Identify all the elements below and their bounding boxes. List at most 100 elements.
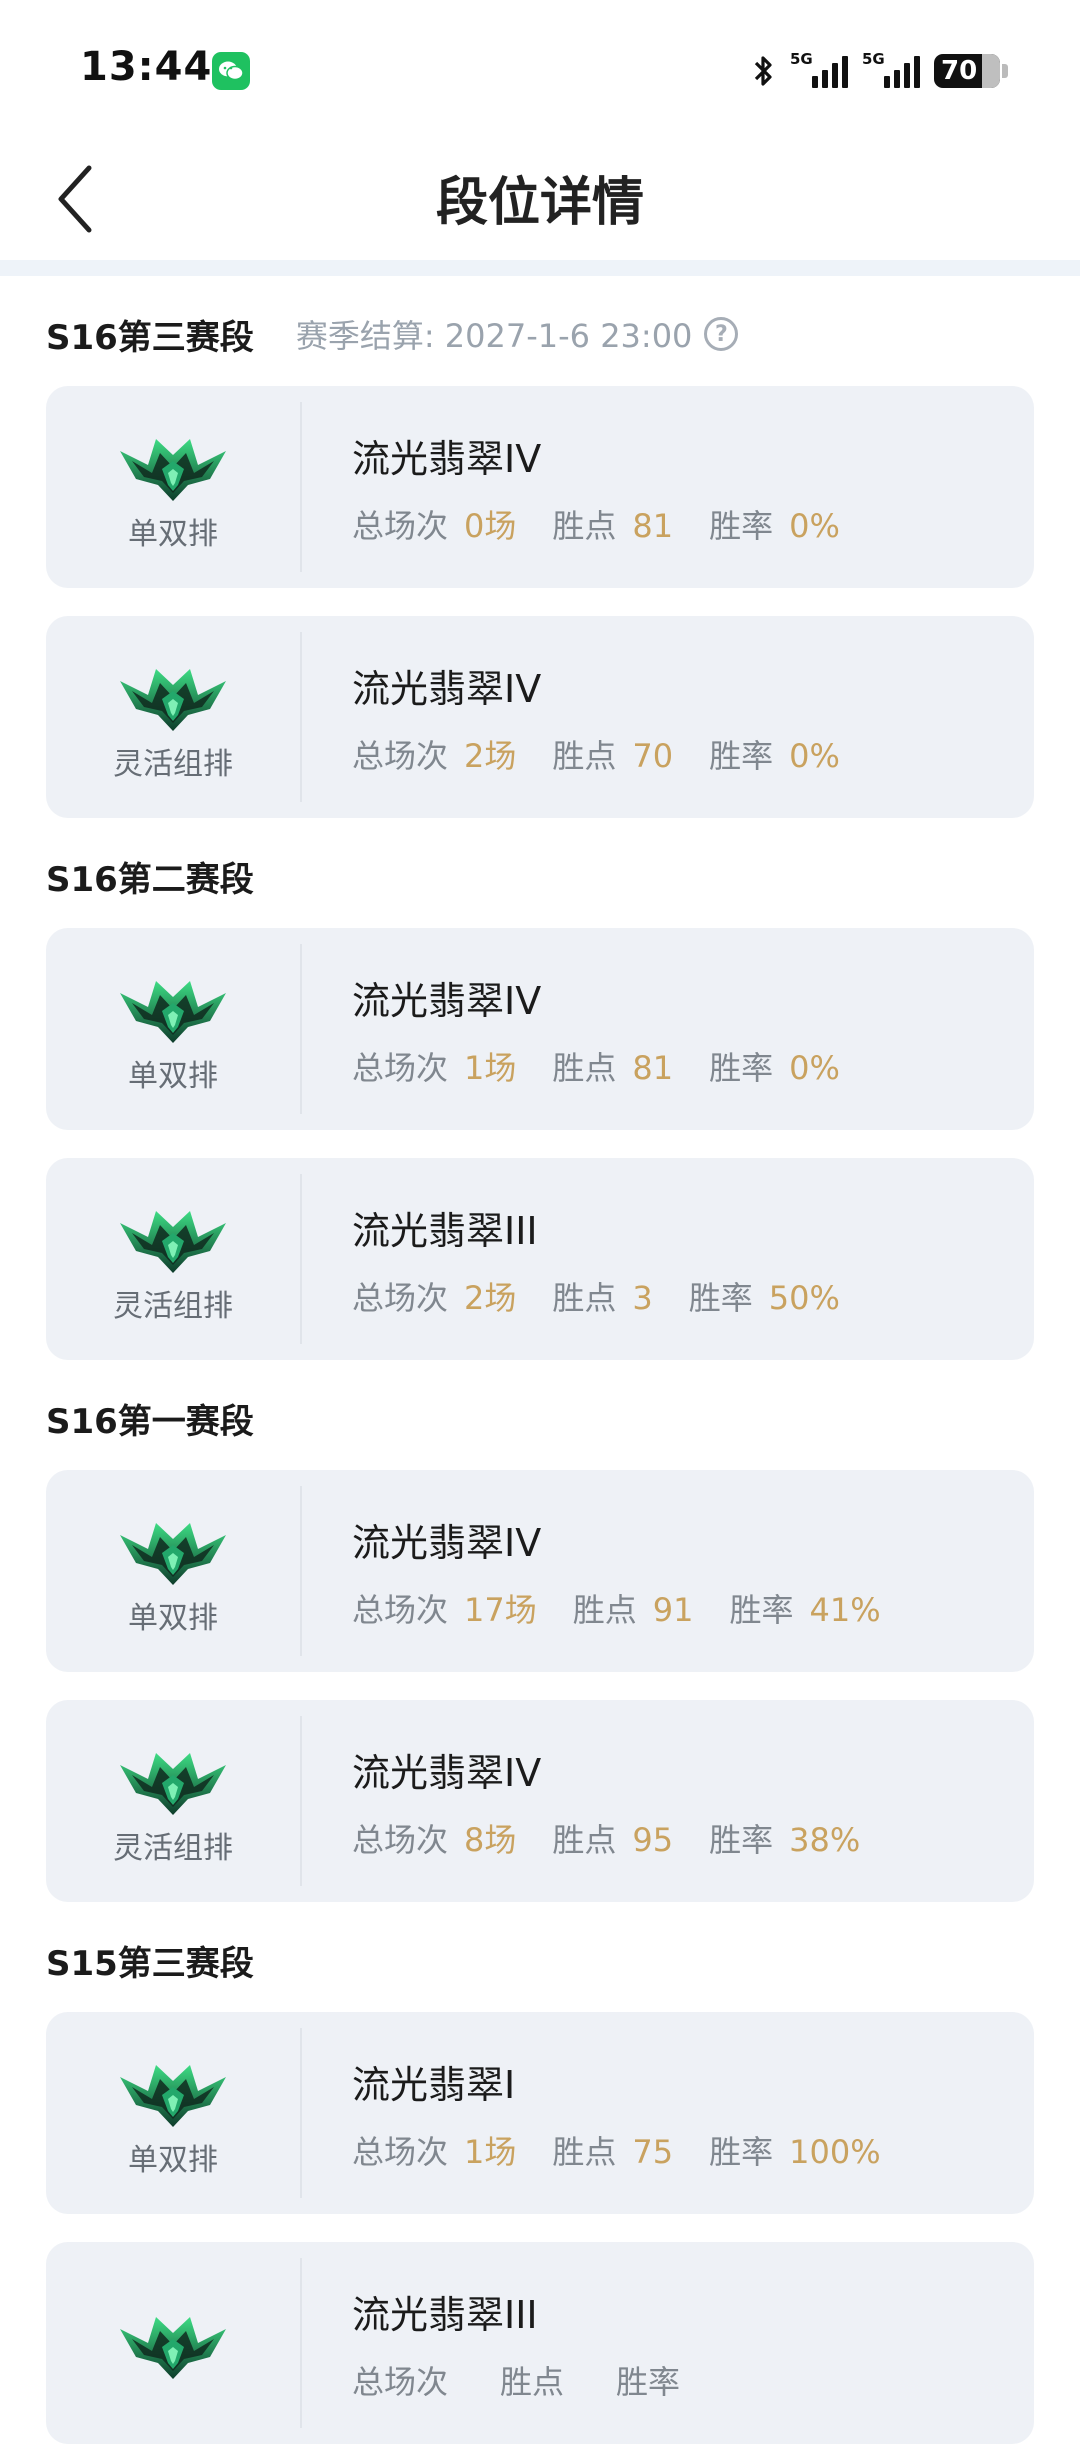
emerald-rank-emblem-icon	[120, 1211, 226, 1273]
games-value: 1场	[464, 1048, 517, 1087]
winrate-value: 41%	[809, 1590, 881, 1629]
winrate-label: 胜率	[729, 1590, 794, 1629]
nav-header: 段位详情	[0, 140, 1080, 260]
points-value: 81	[632, 506, 674, 545]
emerald-rank-emblem-icon	[120, 1753, 226, 1815]
points-value: 75	[632, 2132, 674, 2171]
rank-history-list: S16第三赛段 赛季结算: 2027-1-6 23:00 ? 单双排 流光翡翠I…	[0, 276, 1080, 2444]
points-label: 胜点	[552, 736, 617, 775]
games-label: 总场次	[352, 2362, 449, 2401]
rank-card[interactable]: 单双排 流光翡翠IV 总场次 1场 胜点 81 胜率 0%	[46, 928, 1034, 1130]
queue-label: 灵活组排	[113, 1831, 233, 1866]
rank-emblem-block: 单双排	[46, 1470, 300, 1672]
winrate-label: 胜率	[709, 2132, 774, 2171]
rank-stats: 总场次 2场 胜点 3 胜率 50%	[352, 1273, 876, 1319]
emerald-rank-emblem-icon	[120, 981, 226, 1043]
rank-card[interactable]: 单双排 流光翡翠I 总场次 1场 胜点 75 胜率 100%	[46, 2012, 1034, 2214]
status-time: 13:44	[80, 44, 213, 90]
rank-name: 流光翡翠III	[352, 1208, 538, 1253]
games-label: 总场次	[352, 1590, 449, 1629]
rank-card[interactable]: 灵活组排 流光翡翠IV 总场次 8场 胜点 95 胜率 38%	[46, 1700, 1034, 1902]
rank-info: 流光翡翠IV 总场次 2场 胜点 70 胜率 0%	[302, 658, 876, 777]
rank-card[interactable]: 流光翡翠III 总场次 胜点 胜率	[46, 2242, 1034, 2444]
rank-stats: 总场次 17场 胜点 91 胜率 41%	[352, 1585, 917, 1631]
header-divider	[0, 260, 1080, 276]
emerald-rank-emblem-icon	[120, 2317, 226, 2379]
section-title: S15第三赛段	[46, 1943, 254, 1984]
queue-label: 单双排	[128, 2143, 218, 2178]
rank-info: 流光翡翠I 总场次 1场 胜点 75 胜率 100%	[302, 2054, 917, 2173]
winrate-label: 胜率	[709, 1820, 774, 1859]
rank-card[interactable]: 单双排 流光翡翠IV 总场次 17场 胜点 91 胜率 41%	[46, 1470, 1034, 1672]
page-title: 段位详情	[435, 173, 644, 233]
games-value: 17场	[464, 1590, 537, 1629]
rank-emblem-block: 灵活组排	[46, 1158, 300, 1360]
rank-name: 流光翡翠III	[352, 2292, 538, 2337]
games-label: 总场次	[352, 2132, 449, 2171]
battery-icon: 70	[934, 54, 1008, 88]
bluetooth-icon	[754, 56, 772, 86]
games-label: 总场次	[352, 1278, 449, 1317]
signal-1-label: 5G	[790, 50, 813, 68]
rank-card[interactable]: 灵活组排 流光翡翠IV 总场次 2场 胜点 70 胜率 0%	[46, 616, 1034, 818]
wechat-notification-icon	[212, 52, 250, 90]
rank-emblem-block	[46, 2242, 300, 2444]
points-value: 91	[652, 1590, 694, 1629]
rank-info: 流光翡翠III 总场次 2场 胜点 3 胜率 50%	[302, 1200, 876, 1319]
rank-emblem-block: 单双排	[46, 2012, 300, 2214]
rank-stats: 总场次 胜点 胜率	[352, 2357, 732, 2403]
rank-info: 流光翡翠III 总场次 胜点 胜率	[302, 2284, 732, 2403]
games-label: 总场次	[352, 736, 449, 775]
rank-name: 流光翡翠IV	[352, 436, 542, 481]
points-label: 胜点	[572, 1590, 637, 1629]
section-header: S16第二赛段	[0, 818, 1080, 914]
rank-info: 流光翡翠IV 总场次 1场 胜点 81 胜率 0%	[302, 970, 876, 1089]
rank-info: 流光翡翠IV 总场次 0场 胜点 81 胜率 0%	[302, 428, 876, 547]
section-header: S15第三赛段	[0, 1902, 1080, 1998]
battery-level: 70	[941, 56, 978, 86]
emerald-rank-emblem-icon	[120, 439, 226, 501]
rank-name: 流光翡翠IV	[352, 1520, 542, 1565]
status-icons: 5G 5G 70	[752, 48, 1008, 94]
rank-emblem-block: 灵活组排	[46, 1700, 300, 1902]
points-label: 胜点	[552, 1048, 617, 1087]
rank-name: 流光翡翠IV	[352, 978, 542, 1023]
points-value: 81	[632, 1048, 674, 1087]
points-label: 胜点	[552, 1820, 617, 1859]
rank-emblem-block: 单双排	[46, 928, 300, 1130]
games-value: 2场	[464, 736, 517, 775]
emerald-rank-emblem-icon	[120, 1523, 226, 1585]
rank-emblem-block: 灵活组排	[46, 616, 300, 818]
winrate-value: 100%	[789, 2132, 881, 2171]
rank-info: 流光翡翠IV 总场次 8场 胜点 95 胜率 38%	[302, 1742, 896, 1861]
games-value: 0场	[464, 506, 517, 545]
games-label: 总场次	[352, 506, 449, 545]
cellular-signal-1-icon: 5G	[790, 50, 848, 88]
signal-2-label: 5G	[862, 50, 885, 68]
rank-name: 流光翡翠IV	[352, 1750, 542, 1795]
winrate-value: 0%	[789, 1048, 840, 1087]
winrate-label: 胜率	[709, 506, 774, 545]
points-value: 70	[632, 736, 674, 775]
queue-label: 灵活组排	[113, 1289, 233, 1324]
games-label: 总场次	[352, 1048, 449, 1087]
queue-label: 灵活组排	[113, 747, 233, 782]
queue-label: 单双排	[128, 1601, 218, 1636]
games-value: 1场	[464, 2132, 517, 2171]
points-label: 胜点	[552, 2132, 617, 2171]
winrate-label: 胜率	[688, 1278, 753, 1317]
cellular-signal-2-icon: 5G	[862, 50, 920, 88]
games-value: 8场	[464, 1820, 517, 1859]
games-value: 2场	[464, 1278, 517, 1317]
points-value: 3	[632, 1278, 653, 1317]
winrate-value: 38%	[789, 1820, 861, 1859]
rank-card[interactable]: 灵活组排 流光翡翠III 总场次 2场 胜点 3 胜率 50%	[46, 1158, 1034, 1360]
rank-stats: 总场次 8场 胜点 95 胜率 38%	[352, 1815, 896, 1861]
rank-card[interactable]: 单双排 流光翡翠IV 总场次 0场 胜点 81 胜率 0%	[46, 386, 1034, 588]
rank-emblem-block: 单双排	[46, 386, 300, 588]
rank-info: 流光翡翠IV 总场次 17场 胜点 91 胜率 41%	[302, 1512, 917, 1631]
rank-stats: 总场次 1场 胜点 81 胜率 0%	[352, 1043, 876, 1089]
settlement-text: 赛季结算: 2027-1-6 23:00	[295, 317, 693, 355]
section-header: S16第三赛段 赛季结算: 2027-1-6 23:00 ?	[0, 276, 1080, 372]
help-icon[interactable]: ?	[704, 317, 739, 351]
